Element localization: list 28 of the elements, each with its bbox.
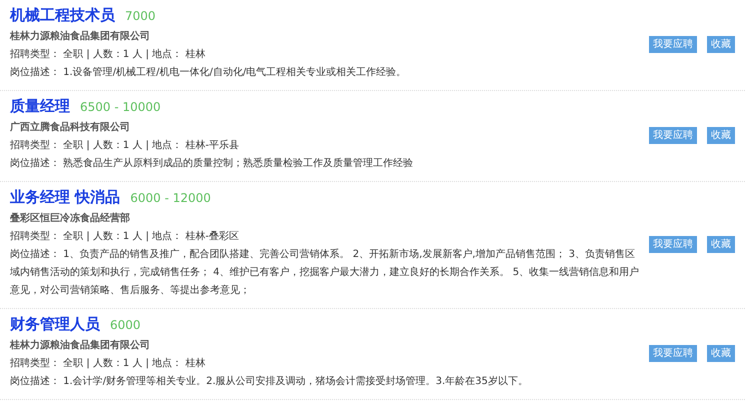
apply-button[interactable]: 我要应聘 xyxy=(649,126,697,144)
job-info: 招聘类型： 全职 | 人数：1 人 | 地点： 桂林 xyxy=(10,356,206,371)
job-info: 招聘类型： 全职 | 人数：1 人 | 地点： 桂林-叠彩区 xyxy=(10,230,240,244)
apply-button[interactable]: 我要应聘 xyxy=(649,36,697,52)
job-title[interactable]: 质量经理 xyxy=(10,97,70,116)
job-description: 岗位描述： 1.设备管理/机械工程/机电一体化/自动化/电气工程相关专业或相关工作经验。 xyxy=(10,66,408,80)
favorite-button[interactable]: 收藏 xyxy=(707,344,735,362)
job-title[interactable]: 财务管理人员 xyxy=(10,315,100,334)
salary: 6500 - 10000 xyxy=(80,100,161,114)
job-description: 岗位描述： 熟悉食品生产从原料到成品的质量控制；熟悉质量检验工作及质量管理工作经验 xyxy=(10,156,414,171)
favorite-button[interactable]: 收藏 xyxy=(707,36,735,52)
job-info: 招聘类型： 全职 | 人数：1 人 | 地点： 桂林 xyxy=(10,48,206,62)
apply-button[interactable]: 我要应聘 xyxy=(649,344,697,362)
favorite-button[interactable]: 收藏 xyxy=(707,126,735,144)
salary: 6000 - 12000 xyxy=(130,191,211,205)
job-description: 岗位描述： 1、负责产品的销售及推广，配合团队搭建、完善公司营销体系。 2、开拓新市场,发展新客户,增加产品销售范围； 3、负责销售区域内销售活动的策划和执行，完成销售任务； 4、维护已有客户，挖掘客户最大潜力，建立良好的长期合作关系。 5、收集一线营销信息和用户意见，对公司营销策略、售后服务、等提出参考意见； xyxy=(10,248,640,298)
company-name: 叠彩区恒巨冷冻食品经营部 xyxy=(10,212,131,226)
favorite-button[interactable]: 收藏 xyxy=(707,236,735,252)
job-title[interactable]: 业务经理 快消品 xyxy=(10,188,120,207)
salary: 6000 xyxy=(110,318,141,332)
company-name: 桂林力源粮油食品集团有限公司 xyxy=(10,338,151,353)
company-name: 桂林力源粮油食品集团有限公司 xyxy=(10,30,151,44)
company-name: 广西立腾食品科技有限公司 xyxy=(10,120,131,135)
job-description: 岗位描述： 1.会计学/财务管理等相关专业。2.服从公司安排及调动，猪场会计需接受封场管理。3.年龄在35岁以下。 xyxy=(10,374,529,389)
job-info: 招聘类型： 全职 | 人数：1 人 | 地点： 桂林-平乐县 xyxy=(10,138,240,153)
job-title[interactable]: 机械工程技术员 xyxy=(10,6,115,25)
salary: 7000 xyxy=(125,9,156,23)
apply-button[interactable]: 我要应聘 xyxy=(649,236,697,252)
